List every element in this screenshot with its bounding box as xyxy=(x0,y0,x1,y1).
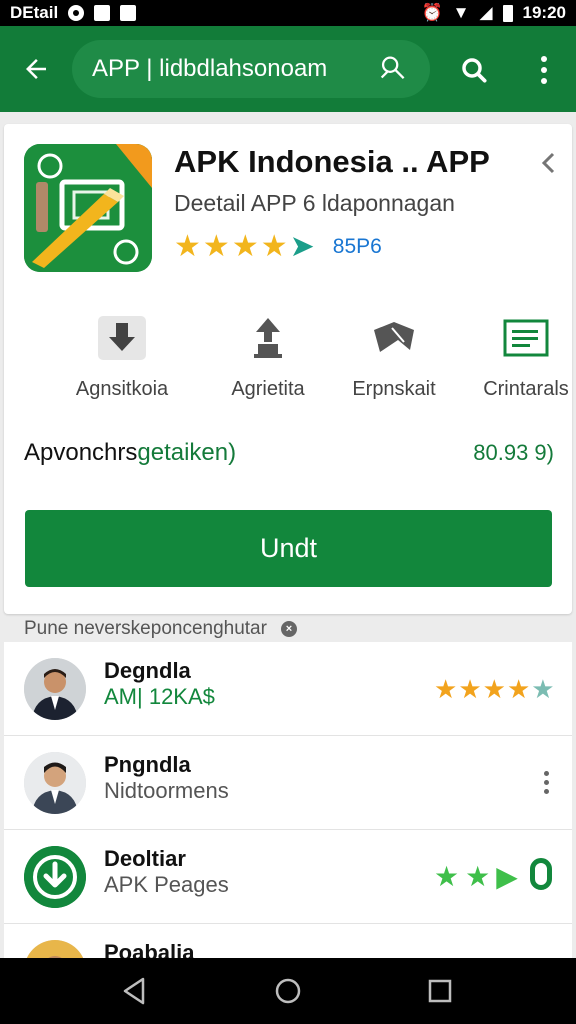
search-query-text: APP | lidbdlahsonoam xyxy=(92,55,328,82)
star-icon: ★ xyxy=(465,861,491,892)
download-avatar-icon xyxy=(24,846,86,908)
action-download[interactable]: Agnsitkoia xyxy=(62,312,182,401)
star-icon: ★ xyxy=(231,230,259,263)
action-details[interactable]: Crintarals xyxy=(466,312,576,401)
nav-home-button[interactable] xyxy=(268,971,308,1011)
app-developer: Deetail APP 6 ldaponnagan xyxy=(174,190,455,216)
share-icon xyxy=(374,322,414,352)
system-nav-bar xyxy=(0,958,576,1024)
rating-count: 85P6 xyxy=(332,235,382,258)
star-icon: ★ xyxy=(202,230,230,263)
list-item-menu-button[interactable] xyxy=(538,764,554,800)
app-title: APK Indonesia .. APP xyxy=(174,144,490,179)
list-item[interactable]: Degndla AM| 12KA$ ★ ★ ★ ★ ★ xyxy=(4,642,572,736)
app-icon xyxy=(24,144,152,272)
action-upload[interactable]: Agrietita xyxy=(208,312,328,401)
list-item-subtitle: Nidtoormens xyxy=(104,778,229,803)
status-time: 19:20 xyxy=(522,3,566,22)
collapse-button[interactable] xyxy=(534,148,564,178)
upload-icon xyxy=(254,318,282,358)
size-label: Apvonchrsgetaiken) xyxy=(24,439,237,466)
image-notification-icon xyxy=(120,5,137,21)
list-item-title: Pngndla xyxy=(104,752,191,777)
play-icon: ▶ xyxy=(496,861,518,892)
half-star-icon: ➤ xyxy=(289,230,315,263)
list-item-subtitle: AM| 12KA$ xyxy=(104,684,215,709)
star-icon: ★ xyxy=(458,674,482,704)
star-icon: ★ xyxy=(506,674,531,704)
list-item-title: Degndla xyxy=(104,658,191,683)
list-item-rating: ★ ★ ▶ xyxy=(434,860,518,893)
square-recents-icon xyxy=(428,979,452,1003)
back-button[interactable] xyxy=(14,47,58,91)
action-share[interactable]: Erpnskait xyxy=(334,312,454,401)
battery-icon xyxy=(502,4,513,22)
search-input[interactable]: APP | lidbdlahsonoam xyxy=(72,40,430,98)
notification-icon xyxy=(68,5,85,21)
triangle-back-icon xyxy=(123,977,145,1005)
chevron-left-icon xyxy=(541,152,555,174)
size-value: 80.93 9) xyxy=(473,440,554,465)
list-item-rating: ★ ★ ★ ★ ★ xyxy=(434,676,555,702)
document-icon xyxy=(503,319,549,357)
alarm-icon: ⏰ xyxy=(421,3,443,22)
avatar xyxy=(24,940,86,958)
app-list: Degndla AM| 12KA$ ★ ★ ★ ★ ★ Pngndla Nidt… xyxy=(4,642,572,958)
app-detail-card: APK Indonesia .. APP Deetail APP 6 ldapo… xyxy=(4,124,572,614)
signal-icon: ◢ xyxy=(479,3,493,22)
status-bar: DEtail ⏰ ▼ ◢ 19:20 xyxy=(0,0,576,26)
list-item[interactable]: Poabalia xyxy=(4,924,572,958)
install-button[interactable]: Undt xyxy=(25,510,552,587)
star-icon: ★ xyxy=(434,674,458,704)
overflow-menu-button[interactable] xyxy=(526,48,562,92)
search-icon xyxy=(462,58,487,83)
list-item[interactable]: Deoltiar APK Peages ★ ★ ▶ xyxy=(4,830,572,924)
star-icon: ★ xyxy=(174,230,201,263)
star-icon: ★ xyxy=(531,674,555,704)
arrow-back-icon xyxy=(26,59,46,79)
action-row: Agnsitkoia Agrietita Erpnskait Crintaral… xyxy=(4,312,572,412)
list-item-title: Poabalia xyxy=(104,940,195,958)
list-item-title: Deoltiar xyxy=(104,846,186,871)
circle-home-icon xyxy=(275,978,301,1004)
avatar xyxy=(24,658,86,720)
list-item[interactable]: Pngndla Nidtoormens xyxy=(4,736,572,830)
star-icon: ★ xyxy=(434,861,460,892)
search-button[interactable] xyxy=(452,48,496,92)
list-item-badge xyxy=(530,858,552,890)
list-item-subtitle: APK Peages xyxy=(104,872,229,897)
download-size-row: Apvonchrsgetaiken) 80.93 9) xyxy=(24,436,554,470)
app-rating: ★ ★ ★ ★ ➤ 85P6 xyxy=(174,232,382,262)
star-icon: ★ xyxy=(260,230,288,263)
app-toolbar: APP | lidbdlahsonoam xyxy=(0,26,576,112)
app-notification-icon xyxy=(94,5,111,21)
status-carrier-text: DEtail xyxy=(10,3,59,22)
info-icon[interactable]: × xyxy=(280,621,297,637)
voice-search-icon[interactable] xyxy=(376,52,410,86)
download-box-icon xyxy=(98,316,146,360)
wifi-icon: ▼ xyxy=(452,3,470,22)
section-header: Pune neverskeponcenghutar × xyxy=(24,618,297,640)
star-icon: ★ xyxy=(482,674,506,704)
nav-recents-button[interactable] xyxy=(420,971,460,1011)
avatar xyxy=(24,752,86,814)
nav-back-button[interactable] xyxy=(114,971,154,1011)
